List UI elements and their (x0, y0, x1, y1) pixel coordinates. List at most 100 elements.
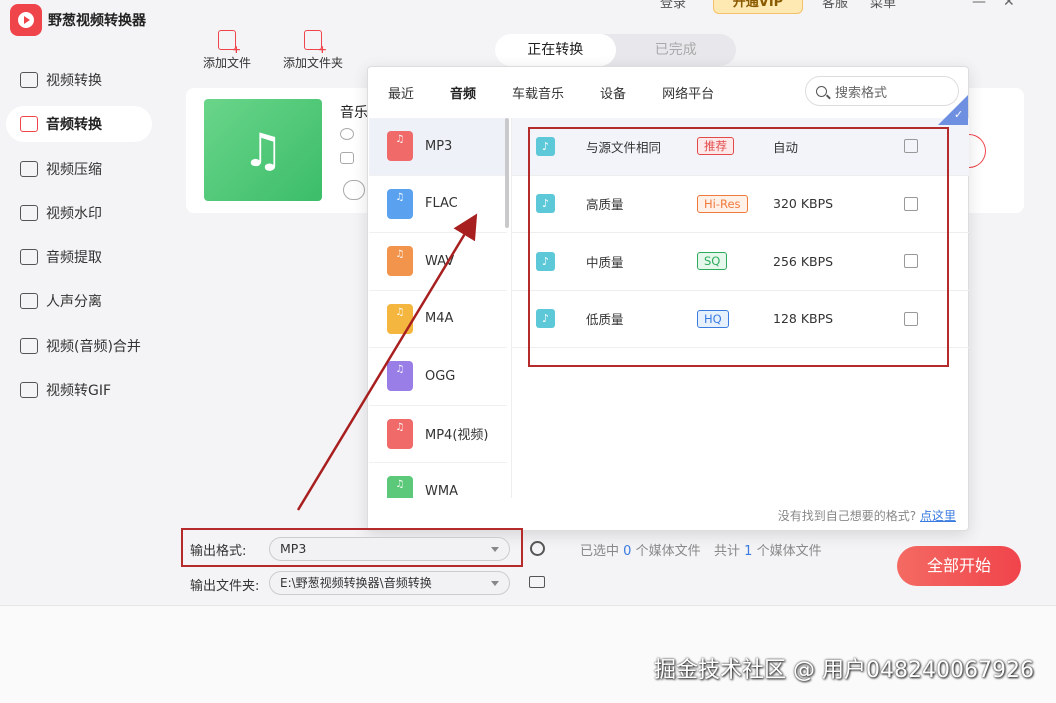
tab-audio[interactable]: 音频 (450, 83, 476, 102)
info-icon (340, 128, 354, 140)
compress-icon (20, 160, 38, 177)
add-file-button[interactable]: 添加文件 (203, 30, 251, 71)
settings-icon[interactable] (343, 180, 365, 200)
audio-format-icon (387, 246, 413, 277)
tab-recent[interactable]: 最近 (388, 83, 414, 102)
topbar: 登录 (660, 0, 686, 11)
gif-icon (20, 382, 38, 399)
sidebar-item-label: 人声分离 (46, 294, 102, 311)
format-item[interactable]: WAV (369, 233, 507, 291)
format-item[interactable]: OGG (369, 348, 507, 406)
tab-network-platform[interactable]: 网络平台 (662, 83, 714, 102)
format-item[interactable]: FLAC (369, 176, 507, 233)
audio-format-icon (387, 476, 413, 498)
format-item[interactable]: M4A (369, 291, 507, 348)
sidebar-item-video-convert[interactable]: 视频转换 (6, 62, 152, 98)
highlight-box-output-format (181, 528, 523, 567)
sidebar-nav: 视频转换 音频转换 视频压缩 视频水印 音频提取 人声分离 视频(音频)合并 视… (6, 62, 152, 416)
footer-link[interactable]: 点这里 (920, 509, 956, 523)
selected-status: 已选中 0 个媒体文件 (580, 540, 701, 559)
search-icon (816, 85, 827, 97)
person-icon (20, 293, 38, 310)
tab-done[interactable]: 已完成 (616, 34, 737, 66)
audio-format-icon (387, 418, 413, 449)
total-prefix: 共计 (714, 544, 741, 559)
add-folder-icon (304, 30, 327, 56)
footer-text: 没有找到自己想要的格式? (777, 509, 917, 523)
add-file-label: 添加文件 (203, 56, 252, 70)
file-title: 音乐 (340, 105, 368, 121)
format-item[interactable]: MP4(视频) (369, 406, 507, 463)
search-placeholder: 搜索格式 (835, 85, 888, 101)
format-item[interactable]: WMA (369, 463, 507, 498)
audio-format-icon (387, 303, 413, 334)
login-link[interactable]: 登录 (660, 0, 686, 11)
format-search-input[interactable]: 搜索格式 (805, 76, 959, 106)
selected-count: 0 (623, 544, 632, 559)
audio-format-icon (387, 361, 413, 392)
total-suffix: 个媒体文件 (756, 544, 822, 559)
format-item-label: MP4(视频) (425, 428, 489, 444)
output-folder-select[interactable]: E:\野葱视频转换器\音频转换 (269, 571, 510, 595)
format-item-label: WMA (425, 483, 458, 498)
status-tabs: 正在转换 已完成 (495, 34, 736, 66)
vip-button[interactable]: 开通VIP (713, 0, 803, 14)
total-count: 1 (744, 544, 753, 559)
format-list-scrollbar[interactable] (505, 118, 509, 228)
total-status: 共计 1 个媒体文件 (714, 540, 822, 559)
sidebar-item-label: 视频转GIF (46, 383, 112, 400)
tab-converting[interactable]: 正在转换 (495, 34, 616, 66)
add-file-icon (218, 30, 241, 56)
start-all-button[interactable]: 全部开始 (897, 546, 1021, 586)
selected-check-icon: ✓ (938, 95, 968, 125)
watermark-icon (20, 204, 38, 221)
topbar-right: 客服 菜单 (822, 0, 896, 11)
format-item-label: M4A (425, 311, 454, 327)
highlight-box-quality (528, 127, 949, 367)
format-item-label: MP3 (425, 138, 453, 154)
audio-format-icon (387, 131, 413, 162)
add-folder-label: 添加文件夹 (283, 56, 344, 70)
sidebar-item-video-to-gif[interactable]: 视频转GIF (6, 372, 152, 408)
sidebar-item-video-watermark[interactable]: 视频水印 (6, 195, 152, 231)
selected-suffix: 个媒体文件 (635, 544, 701, 559)
music-note-icon: ♫ (204, 99, 322, 201)
speaker-icon (20, 116, 38, 133)
sidebar: 野葱视频转换器 视频转换 音频转换 视频压缩 视频水印 音频提取 人声分离 视频… (0, 0, 170, 605)
video-icon (20, 72, 38, 88)
sidebar-item-label: 音频转换 (46, 117, 102, 134)
format-item-label: OGG (425, 368, 456, 384)
tab-device[interactable]: 设备 (600, 83, 626, 102)
sidebar-item-audio-extract[interactable]: 音频提取 (6, 239, 152, 275)
selected-prefix: 已选中 (580, 544, 620, 559)
sidebar-item-audio-convert[interactable]: 音频转换 (6, 106, 152, 143)
sidebar-item-label: 音频提取 (46, 250, 102, 267)
app-logo: 野葱视频转换器 (10, 4, 146, 36)
sidebar-item-label: 视频水印 (46, 205, 102, 222)
service-link[interactable]: 客服 (822, 0, 848, 11)
output-folder-label: 输出文件夹: (190, 579, 260, 594)
sidebar-item-vocal-separate[interactable]: 人声分离 (6, 283, 152, 319)
watermark-text: 掘金技术社区 @ 用户048240067926 (654, 658, 1034, 683)
add-folder-button[interactable]: 添加文件夹 (283, 30, 343, 71)
popup-footer: 没有找到自己想要的格式? 点这里 (778, 507, 956, 524)
format-list: MP3 FLAC WAV M4A OGG MP4(视频) WMA (369, 118, 507, 498)
sidebar-item-video-compress[interactable]: 视频压缩 (6, 151, 152, 187)
app-logo-icon (10, 4, 42, 36)
minimize-icon[interactable]: — (972, 0, 986, 10)
audio-format-icon (387, 188, 413, 219)
menu-link[interactable]: 菜单 (870, 0, 896, 11)
sidebar-item-merge[interactable]: 视频(音频)合并 (6, 328, 152, 364)
extract-icon (20, 249, 38, 266)
gear-icon[interactable] (530, 541, 545, 556)
app-title: 野葱视频转换器 (48, 13, 146, 29)
file-icon (340, 152, 354, 164)
format-item[interactable]: MP3 (369, 118, 507, 176)
sidebar-item-label: 视频转换 (46, 73, 102, 89)
merge-icon (20, 337, 38, 354)
close-icon[interactable]: ✕ (1003, 0, 1015, 10)
sidebar-item-label: 视频(音频)合并 (46, 338, 141, 355)
sidebar-item-label: 视频压缩 (46, 161, 102, 178)
tab-car-music[interactable]: 车载音乐 (512, 83, 564, 102)
folder-icon[interactable] (529, 576, 545, 588)
